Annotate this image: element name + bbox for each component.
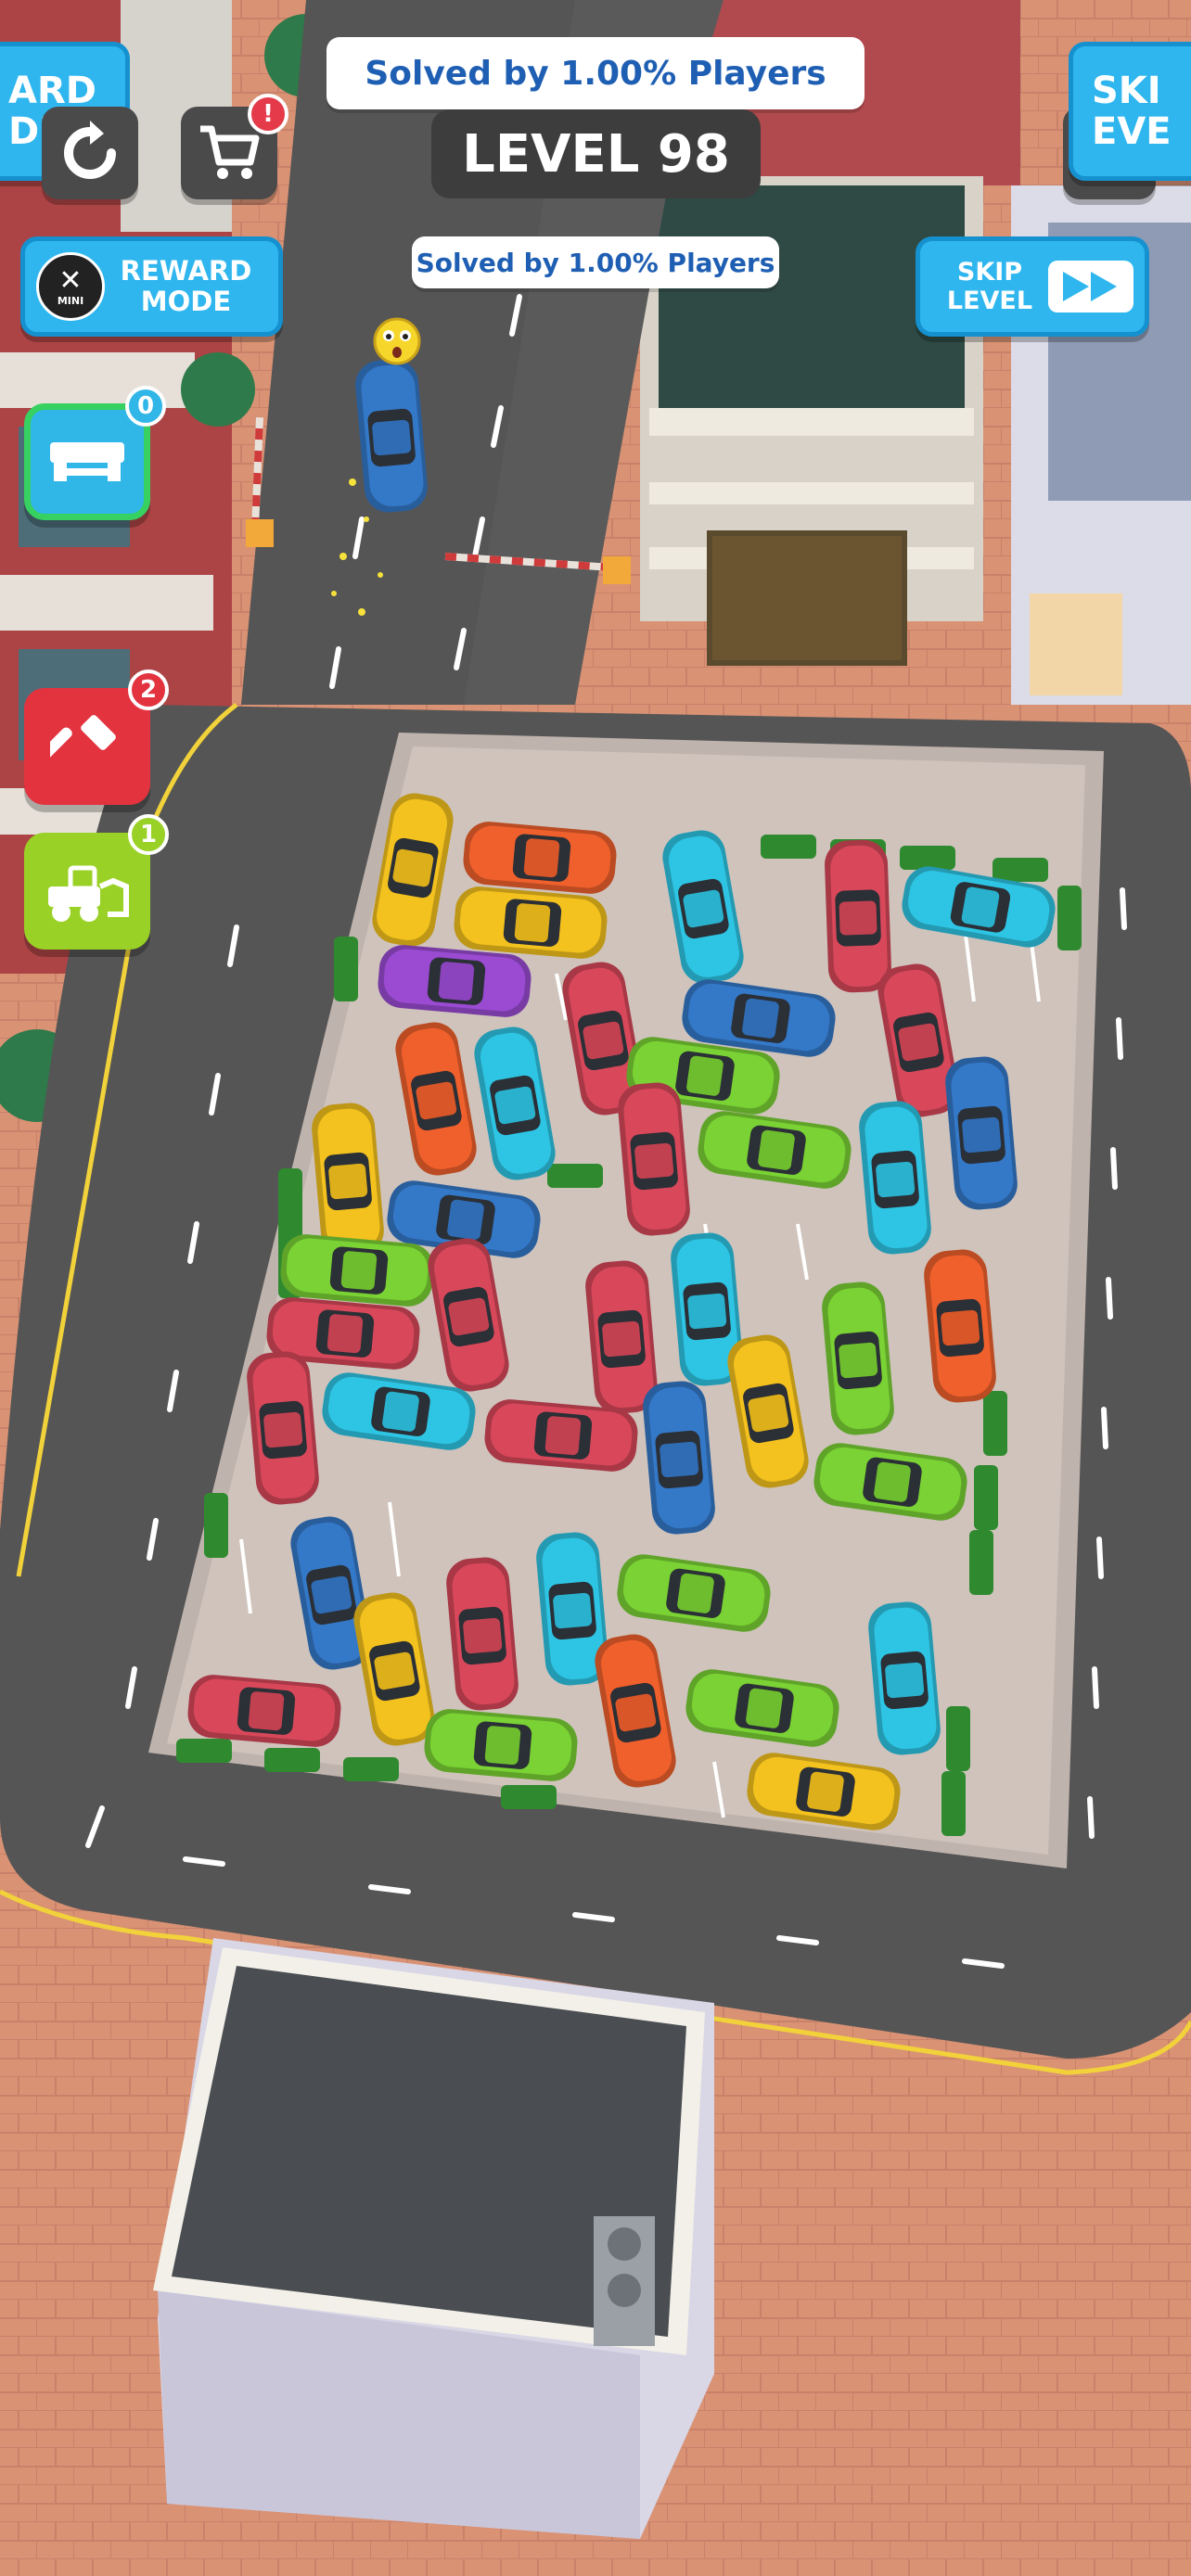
parking-slot-icon — [50, 442, 124, 481]
cart-alert-badge: ! — [248, 94, 288, 134]
bulldozer-count-text: 1 — [139, 821, 158, 848]
bottom-building — [153, 1938, 714, 2539]
car-red[interactable] — [824, 839, 892, 993]
car-red[interactable] — [245, 1349, 321, 1506]
car-red[interactable] — [444, 1555, 520, 1712]
skip-partial-text: SKI EVE — [1092, 70, 1172, 153]
restart-button[interactable] — [42, 107, 138, 199]
hammer-count-text: 2 — [139, 676, 158, 704]
bulldozer-count-badge: 1 — [128, 814, 169, 855]
game-scene — [0, 0, 1191, 2576]
mini-logo-icon: ✕ MINI — [36, 252, 105, 321]
car-purple[interactable] — [376, 943, 532, 1019]
car-green[interactable] — [278, 1232, 435, 1308]
car-blue[interactable] — [943, 1054, 1019, 1211]
car-cyan[interactable] — [857, 1099, 933, 1256]
shocked-emoji — [373, 317, 421, 365]
level-title: LEVEL 98 — [431, 109, 761, 198]
car-blue[interactable] — [641, 1379, 717, 1536]
skip-level-text: SKIP LEVEL — [946, 257, 1033, 315]
restart-icon — [64, 121, 116, 179]
hammer-powerup-button[interactable]: 2 — [24, 670, 169, 805]
car-yellow[interactable] — [452, 885, 608, 961]
car-red[interactable] — [616, 1080, 692, 1237]
cart-icon — [200, 125, 260, 179]
hammer-count-badge: 2 — [128, 670, 169, 710]
car-red[interactable] — [482, 1397, 639, 1473]
car-cyan[interactable] — [866, 1600, 942, 1756]
car-red[interactable] — [186, 1673, 342, 1749]
car-green[interactable] — [422, 1707, 579, 1783]
bulldozer-powerup-button[interactable]: 1 — [24, 814, 169, 950]
car-yellow[interactable] — [310, 1101, 386, 1257]
fast-forward-icon — [1048, 261, 1133, 312]
solved-by-top-label: Solved by 1.00% Players — [327, 37, 864, 109]
skip-level-button[interactable]: SKIP LEVEL — [916, 236, 1149, 337]
solved-banner-text: Solved by 1.00% Players — [416, 247, 775, 278]
cart-alert-text: ! — [263, 100, 274, 128]
solved-top-text: Solved by 1.00% Players — [365, 54, 826, 93]
reward-mode-button[interactable]: ✕ MINI REWARD MODE — [20, 236, 283, 337]
parking-spot-powerup-button[interactable]: 0 — [24, 386, 166, 520]
solved-by-banner: Solved by 1.00% Players — [412, 236, 779, 288]
shop-cart-button[interactable]: ! — [181, 94, 288, 199]
reward-mode-text: REWARD MODE — [120, 254, 252, 317]
parking-count-text: 0 — [136, 392, 155, 420]
mini-label: MINI — [57, 294, 84, 307]
level-text: LEVEL 98 — [462, 123, 730, 185]
car-green[interactable] — [820, 1280, 896, 1436]
bulldozer-icon — [48, 865, 129, 922]
parking-count-badge: 0 — [125, 386, 166, 427]
car-blue[interactable] — [353, 357, 429, 514]
hammer-icon — [50, 715, 116, 760]
car-orange[interactable] — [461, 820, 618, 896]
car-orange[interactable] — [922, 1247, 998, 1404]
skip-level-partial-button[interactable]: SKI EVE — [1069, 42, 1191, 181]
